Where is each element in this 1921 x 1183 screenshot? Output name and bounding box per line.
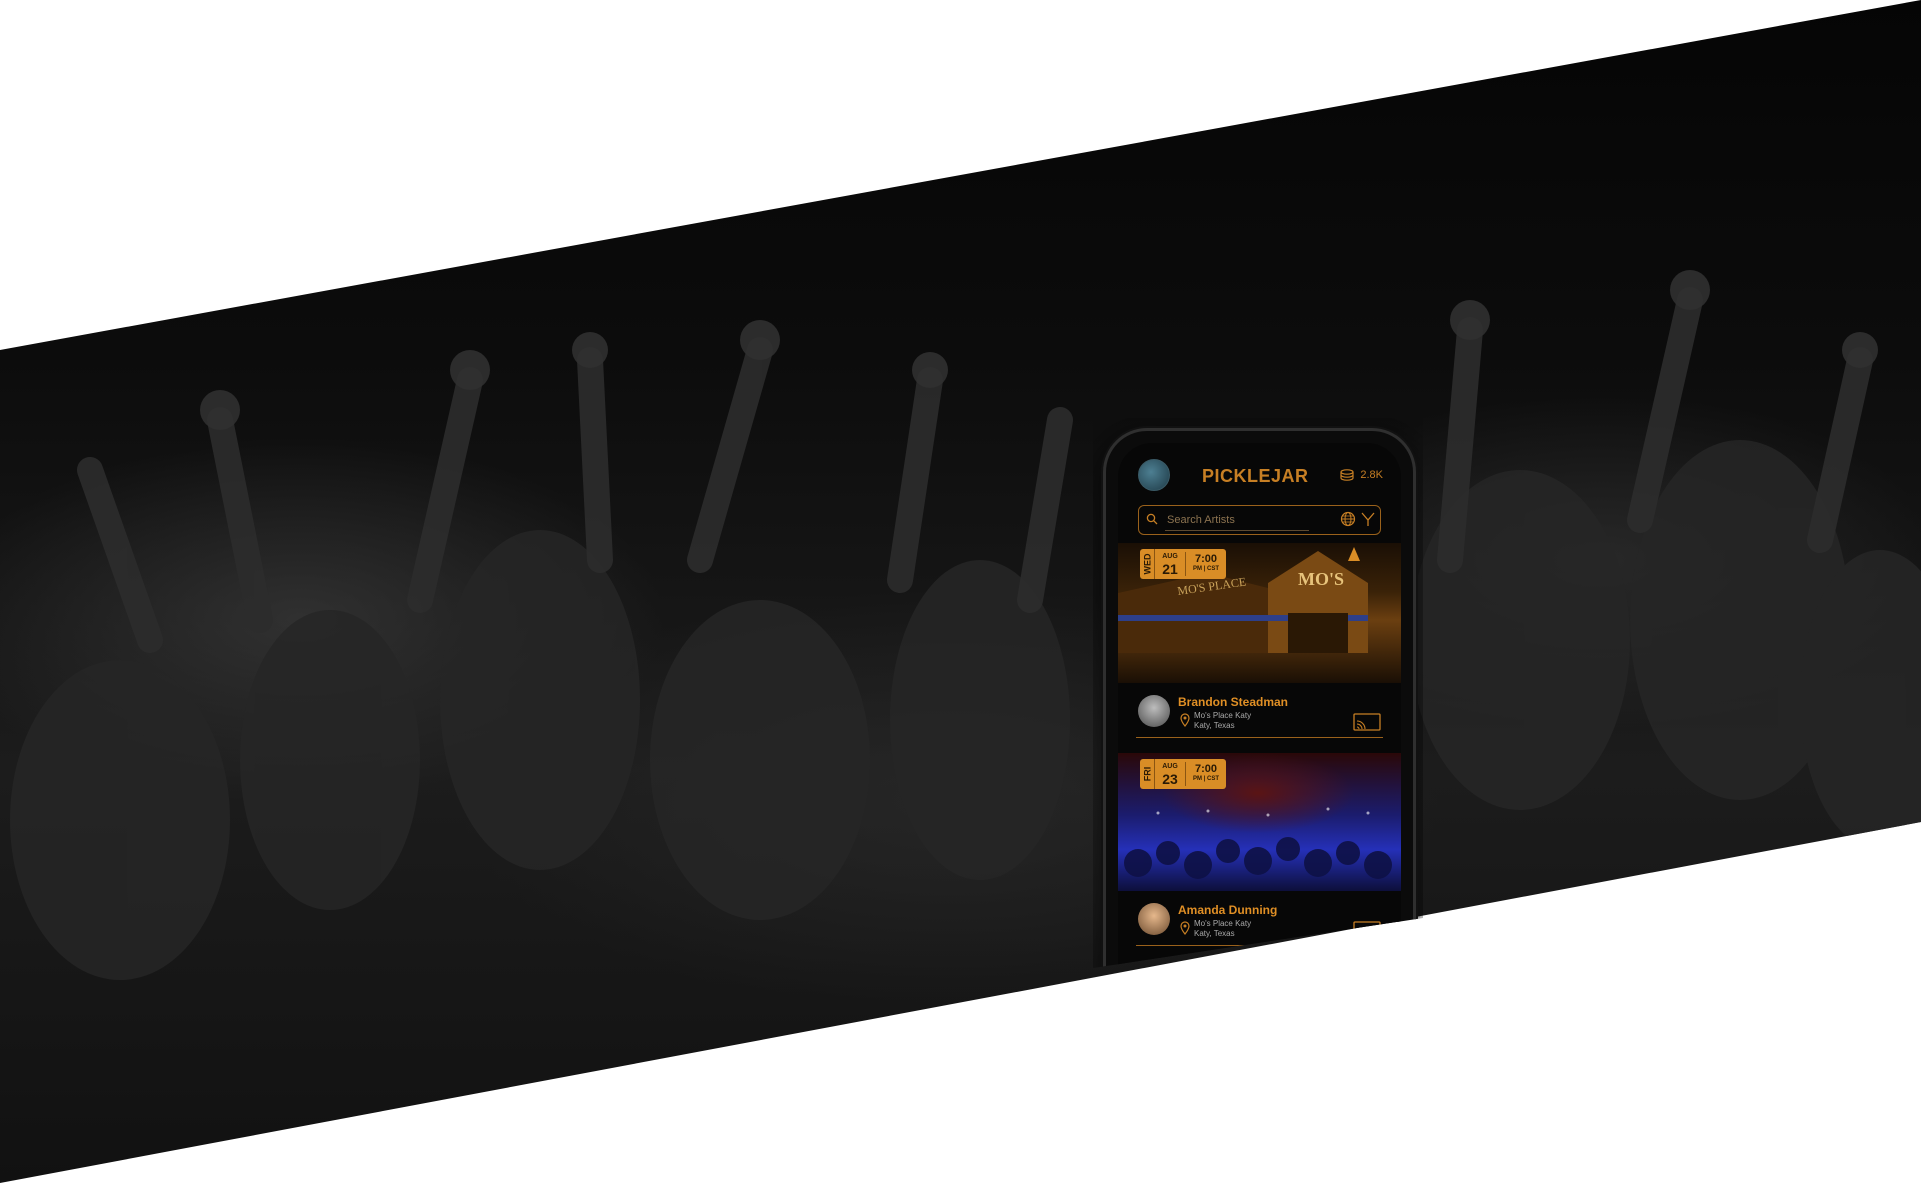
event-day: 21 [1162, 561, 1178, 577]
search-input[interactable] [1165, 510, 1309, 531]
event-timezone: PM | CST [1192, 566, 1219, 572]
app-header: PICKLEJAR 2.8K [1118, 459, 1401, 495]
coin-stack-icon [1340, 469, 1354, 481]
event-image-sign: MO'S [1298, 569, 1345, 589]
artist-row[interactable]: Brandon Steadman Mo's Place Katy Katy, T… [1136, 691, 1383, 738]
venue-name: Mo's Place Katy [1194, 919, 1252, 928]
venue-name: Mo's Place Katy [1194, 711, 1252, 720]
hero-band [0, 0, 1921, 1183]
globe-icon[interactable] [1340, 511, 1356, 527]
event-day: 23 [1162, 771, 1178, 787]
artist-avatar [1138, 695, 1170, 727]
coin-count: 2.8K [1360, 469, 1383, 481]
event-time: 7:00 [1194, 553, 1218, 565]
location-pin-icon [1180, 921, 1190, 935]
event-weekday: WED [1142, 553, 1152, 575]
cast-icon[interactable] [1353, 921, 1381, 939]
artist-row[interactable]: Amanda Dunning Mo's Place Katy Katy, Tex… [1136, 899, 1383, 946]
venue-info: Mo's Place Katy Katy, Texas [1194, 919, 1251, 939]
venue-city: Katy, Texas [1194, 721, 1235, 730]
crowd-silhouette [10, 270, 1921, 980]
date-badge: WED AUG 21 7:00 PM | CST [1140, 549, 1226, 579]
phone-mockup: PICKLEJAR 2.8K Search Artists MO'S PLACE… [1103, 428, 1416, 968]
app-screen: PICKLEJAR 2.8K Search Artists MO'S PLACE… [1118, 443, 1401, 968]
user-avatar[interactable] [1138, 459, 1170, 491]
search-icon [1146, 513, 1158, 525]
app-logo: PICKLEJAR [1202, 466, 1309, 486]
search-bar [1138, 505, 1381, 535]
artist-name[interactable]: Brandon Steadman [1178, 695, 1288, 709]
artist-avatar [1138, 903, 1170, 935]
artist-name[interactable]: Amanda Dunning [1178, 903, 1277, 917]
event-timezone: PM | CST [1192, 776, 1219, 782]
venue-info: Mo's Place Katy Katy, Texas [1194, 711, 1251, 731]
venue-city: Katy, Texas [1194, 929, 1235, 938]
location-pin-icon [1180, 713, 1190, 727]
event-weekday: FRI [1142, 766, 1152, 782]
event-time: 7:00 [1194, 763, 1218, 775]
filter-icon[interactable] [1361, 511, 1375, 527]
date-badge: FRI AUG 23 7:00 PM | CST [1140, 759, 1226, 789]
coin-balance[interactable]: 2.8K [1340, 469, 1383, 481]
cast-icon[interactable] [1353, 713, 1381, 731]
